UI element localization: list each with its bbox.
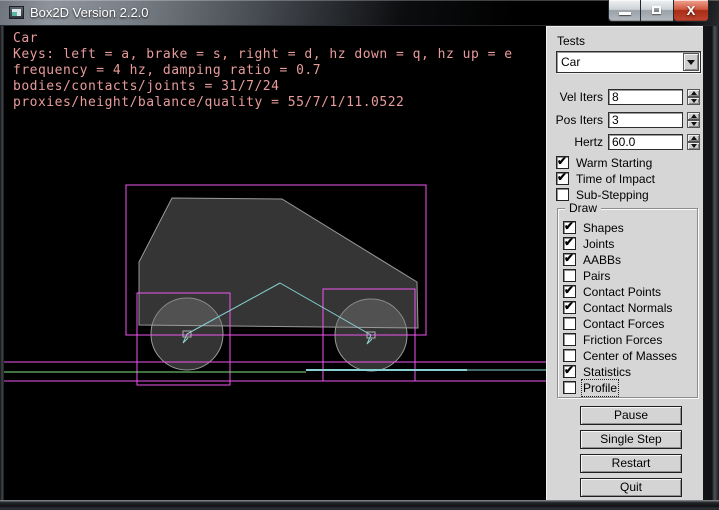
checkbox-label: Warm Starting xyxy=(576,156,652,170)
check-icon: ✔ xyxy=(564,219,574,233)
checkbox-label: Contact Normals xyxy=(583,301,672,315)
draw-group-title: Draw xyxy=(565,201,601,215)
app-window: Box2D Version 2.2.0 X xyxy=(0,0,719,510)
check-icon: ✔ xyxy=(564,251,574,265)
checkbox-box[interactable]: ✔ xyxy=(563,285,576,298)
maximize-icon xyxy=(652,6,661,14)
keys-help-text: Keys: left = a, brake = s, right = d, hz… xyxy=(13,47,513,62)
tests-dropdown[interactable]: Car xyxy=(556,51,701,73)
hertz-spinner xyxy=(687,134,700,150)
minimize-icon xyxy=(619,12,631,15)
checkbox-box[interactable]: ✔ xyxy=(563,253,576,266)
check-icon: ✔ xyxy=(557,154,567,168)
window-frame-right xyxy=(703,26,719,500)
spinner-up-button[interactable] xyxy=(687,134,700,142)
stats-bodies-text: bodies/contacts/joints = 31/7/24 xyxy=(13,79,279,94)
hertz-row: Hertz xyxy=(547,134,704,150)
checkbox-label: Shapes xyxy=(583,221,624,235)
spinner-up-button[interactable] xyxy=(687,89,700,97)
vel-iters-row: Vel Iters xyxy=(547,89,704,105)
checkbox-label: Contact Points xyxy=(583,285,661,299)
spinner-down-button[interactable] xyxy=(687,142,700,150)
checkbox-box[interactable]: ✔ xyxy=(563,381,576,394)
checkbox-box[interactable]: ✔ xyxy=(563,269,576,282)
checkbox-box[interactable]: ✔ xyxy=(556,156,569,169)
window-frame-left xyxy=(0,26,4,500)
checkbox-box[interactable]: ✔ xyxy=(563,221,576,234)
checkbox-label: Friction Forces xyxy=(583,333,662,347)
checkbox-label: Sub-Stepping xyxy=(576,188,649,202)
chevron-down-icon xyxy=(687,60,695,65)
pos-iters-label: Pos Iters xyxy=(549,113,603,127)
pause-button[interactable]: Pause xyxy=(580,406,682,425)
minimize-button[interactable] xyxy=(608,0,641,22)
quit-button[interactable]: Quit xyxy=(580,478,682,497)
control-panel: Tests Car Vel Iters Pos Iters Hertz xyxy=(546,26,703,500)
checkbox-box[interactable]: ✔ xyxy=(563,365,576,378)
dropdown-arrow-button[interactable] xyxy=(683,53,699,71)
spinner-down-button[interactable] xyxy=(687,97,700,105)
close-button[interactable]: X xyxy=(673,0,709,22)
vel-iters-label: Vel Iters xyxy=(549,90,603,104)
restart-button[interactable]: Restart xyxy=(580,454,682,473)
frequency-text: frequency = 4 hz, damping ratio = 0.7 xyxy=(13,63,321,78)
checkbox-box[interactable]: ✔ xyxy=(563,317,576,330)
vel-iters-spinner xyxy=(687,89,700,105)
check-icon: ✔ xyxy=(564,299,574,313)
check-icon: ✔ xyxy=(557,170,567,184)
single-step-button[interactable]: Single Step xyxy=(580,430,682,449)
checkbox-label: Contact Forces xyxy=(583,317,664,331)
arrow-up-icon xyxy=(691,136,697,140)
close-icon: X xyxy=(674,3,708,18)
vel-iters-input[interactable] xyxy=(608,89,683,105)
check-icon: ✔ xyxy=(564,283,574,297)
window-titlebar[interactable]: Box2D Version 2.2.0 X xyxy=(0,0,719,26)
arrow-up-icon xyxy=(691,114,697,118)
arrow-down-icon xyxy=(691,99,697,103)
pos-iters-input[interactable] xyxy=(608,112,683,128)
check-icon: ✔ xyxy=(564,363,574,377)
checkbox-label: AABBs xyxy=(583,253,621,267)
checkbox-label: Profile xyxy=(583,381,617,395)
stats-proxies-text: proxies/height/balance/quality = 55/7/1/… xyxy=(13,95,404,110)
tests-label: Tests xyxy=(557,34,585,48)
app-icon[interactable] xyxy=(9,6,24,19)
checkbox-box[interactable]: ✔ xyxy=(563,349,576,362)
hertz-input[interactable] xyxy=(608,134,683,150)
checkbox-label: Statistics xyxy=(583,365,631,379)
maximize-button[interactable] xyxy=(640,0,674,22)
spinner-up-button[interactable] xyxy=(687,112,700,120)
checkbox-box[interactable]: ✔ xyxy=(556,172,569,185)
test-title-text: Car xyxy=(13,31,38,46)
check-icon: ✔ xyxy=(564,235,574,249)
checkbox-label: Time of Impact xyxy=(576,172,655,186)
checkbox-box[interactable]: ✔ xyxy=(563,333,576,346)
checkbox-box[interactable]: ✔ xyxy=(563,237,576,250)
window-frame-bottom xyxy=(0,500,719,510)
checkbox-label: Joints xyxy=(583,237,614,251)
tests-dropdown-value: Car xyxy=(561,55,580,69)
checkbox-box[interactable]: ✔ xyxy=(563,301,576,314)
spinner-down-button[interactable] xyxy=(687,120,700,128)
checkbox-label: Pairs xyxy=(583,269,610,283)
arrow-down-icon xyxy=(691,122,697,126)
pos-iters-row: Pos Iters xyxy=(547,112,704,128)
physics-canvas[interactable]: Car Keys: left = a, brake = s, right = d… xyxy=(4,26,546,500)
car-chassis xyxy=(139,198,418,328)
checkbox-box[interactable]: ✔ xyxy=(556,188,569,201)
pos-iters-spinner xyxy=(687,112,700,128)
arrow-down-icon xyxy=(691,144,697,148)
window-title: Box2D Version 2.2.0 xyxy=(30,5,149,20)
arrow-up-icon xyxy=(691,91,697,95)
checkbox-label: Center of Masses xyxy=(583,349,677,363)
hertz-label: Hertz xyxy=(549,135,603,149)
